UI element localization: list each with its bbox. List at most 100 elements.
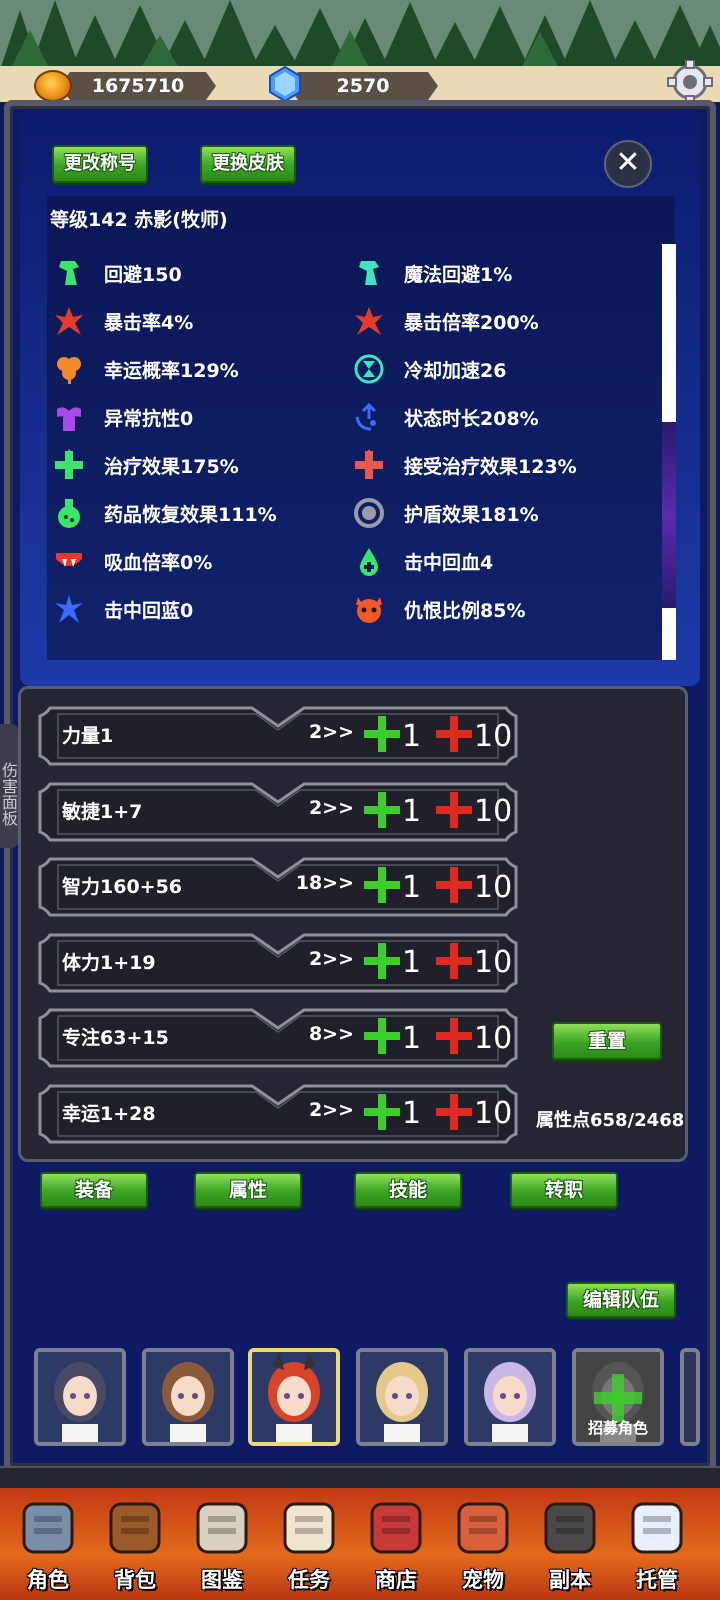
add-10-button[interactable]: 10 bbox=[434, 865, 512, 909]
nav-calendar[interactable]: 托管 bbox=[617, 1496, 697, 1596]
add-10-label: 10 bbox=[474, 945, 513, 980]
nav-scroll[interactable]: 任务 bbox=[269, 1496, 349, 1596]
stat-label: 护盾效果181% bbox=[404, 503, 539, 526]
green-plus-icon bbox=[362, 941, 402, 985]
attribute-cost: 2>> bbox=[308, 1098, 354, 1121]
attribute-name: 专注63+15 bbox=[62, 1027, 169, 1049]
attribute-row: 敏捷1+7 2>> 1 10 bbox=[32, 782, 524, 842]
stat-label: 药品恢复效果111% bbox=[104, 503, 277, 526]
change-skin-button[interactable]: 更换皮肤 bbox=[200, 145, 296, 183]
attribute-cost: 8>> bbox=[308, 1023, 354, 1045]
red-plus-icon bbox=[434, 941, 474, 985]
tab-skills[interactable]: 技能 bbox=[354, 1172, 462, 1208]
right-stat-6: 击中回血4 bbox=[352, 544, 493, 578]
right-stat-0: 魔法回避1% bbox=[352, 256, 512, 290]
attribute-cost: 2>> bbox=[308, 721, 354, 743]
dodge-icon bbox=[52, 256, 86, 290]
hourglass-icon bbox=[352, 352, 386, 386]
nav-backpack[interactable]: 背包 bbox=[95, 1496, 175, 1596]
nav-label: 托管 bbox=[636, 1568, 678, 1592]
nav-helmet[interactable]: 角色 bbox=[8, 1496, 88, 1596]
nav-label: 图鉴 bbox=[201, 1568, 243, 1592]
red-plus-icon bbox=[434, 790, 474, 834]
party-member-portrait[interactable] bbox=[356, 1348, 448, 1446]
green-plus-icon bbox=[362, 1092, 402, 1136]
nav-meat[interactable]: 宠物 bbox=[443, 1496, 523, 1596]
right-stat-2: 冷却加速26 bbox=[352, 352, 506, 386]
stat-label: 击中回血4 bbox=[404, 551, 494, 574]
close-icon: ✕ bbox=[615, 145, 641, 180]
party-member-portrait[interactable] bbox=[142, 1348, 234, 1446]
stat-label: 回避150 bbox=[104, 263, 182, 286]
party-member-portrait[interactable] bbox=[248, 1348, 340, 1446]
left-stat-5: 药品恢复效果111% bbox=[52, 496, 277, 530]
green-plus-icon bbox=[362, 1016, 402, 1060]
add-1-label: 1 bbox=[402, 945, 422, 980]
green-plus-icon bbox=[362, 790, 402, 834]
left-stat-6: 吸血倍率0% bbox=[52, 544, 212, 578]
change-title-button[interactable]: 更改称号 bbox=[52, 145, 148, 183]
reset-button[interactable]: 重置 bbox=[552, 1022, 662, 1060]
attribute-row: 专注63+15 8>> 1 10 bbox=[32, 1008, 524, 1068]
attribute-name: 智力160+56 bbox=[62, 876, 183, 898]
add-1-button[interactable]: 1 bbox=[362, 1016, 421, 1060]
edit-team-button[interactable]: 编辑队伍 bbox=[566, 1282, 676, 1318]
add-10-button[interactable]: 10 bbox=[434, 1092, 512, 1136]
tab-equipment[interactable]: 装备 bbox=[40, 1172, 148, 1208]
right-stat-4: 接受治疗效果123% bbox=[352, 448, 577, 482]
recruit-character-slot[interactable]: 招募角色 bbox=[572, 1348, 664, 1446]
add-10-button[interactable]: 10 bbox=[434, 1016, 512, 1060]
add-10-button[interactable]: 10 bbox=[434, 714, 512, 758]
add-1-button[interactable]: 1 bbox=[362, 790, 421, 834]
forest-background bbox=[0, 0, 720, 70]
party-member-portrait[interactable] bbox=[34, 1348, 126, 1446]
add-1-button[interactable]: 1 bbox=[362, 941, 421, 985]
attribute-cost: 2>> bbox=[308, 796, 354, 819]
receive-heal-icon bbox=[352, 448, 386, 482]
nav-skull-dungeon[interactable]: 副本 bbox=[530, 1496, 610, 1596]
meat-icon bbox=[457, 1502, 509, 1554]
add-1-label: 1 bbox=[402, 1020, 422, 1056]
attribute-row: 体力1+19 2>> 1 10 bbox=[32, 933, 524, 993]
stat-label: 暴击率4% bbox=[104, 311, 194, 334]
red-plus-icon bbox=[434, 1016, 474, 1060]
tab-class-change[interactable]: 转职 bbox=[510, 1172, 618, 1208]
nav-shop[interactable]: 商店 bbox=[356, 1496, 436, 1596]
nav-book[interactable]: 图鉴 bbox=[182, 1496, 262, 1596]
attribute-row: 幸运1+28 2>> 1 10 bbox=[32, 1084, 524, 1144]
nav-label: 副本 bbox=[549, 1568, 591, 1592]
add-10-label: 10 bbox=[474, 1020, 513, 1056]
crit-multiplier-icon bbox=[352, 304, 386, 338]
nav-label: 商店 bbox=[375, 1568, 417, 1592]
add-10-label: 10 bbox=[474, 794, 513, 829]
blood-drop-icon bbox=[352, 544, 386, 578]
add-1-button[interactable]: 1 bbox=[362, 714, 421, 758]
add-1-label: 1 bbox=[402, 1096, 422, 1131]
party-member-portrait-partial[interactable] bbox=[680, 1348, 700, 1446]
left-stat-2: 幸运概率129% bbox=[52, 352, 239, 386]
left-stat-1: 暴击率4% bbox=[52, 304, 193, 338]
stats-scrollbar-thumb[interactable] bbox=[662, 422, 676, 608]
add-10-button[interactable]: 10 bbox=[434, 941, 512, 985]
left-stat-3: 异常抗性0 bbox=[52, 400, 193, 434]
helmet-icon bbox=[22, 1502, 74, 1554]
tab-attributes[interactable]: 属性 bbox=[194, 1172, 302, 1208]
add-1-label: 1 bbox=[402, 869, 422, 905]
add-10-button[interactable]: 10 bbox=[434, 790, 512, 834]
character-avatar-icon bbox=[146, 1352, 230, 1442]
attribute-cost: 18>> bbox=[295, 872, 354, 894]
character-avatar-icon bbox=[252, 1352, 336, 1442]
add-1-button[interactable]: 1 bbox=[362, 1092, 421, 1136]
add-1-button[interactable]: 1 bbox=[362, 865, 421, 909]
settings-gear-icon[interactable] bbox=[666, 60, 714, 104]
magic-dodge-icon bbox=[352, 256, 386, 290]
shield-icon bbox=[352, 496, 386, 530]
close-button[interactable]: ✕ bbox=[604, 140, 652, 188]
party-member-portrait[interactable] bbox=[464, 1348, 556, 1446]
gold-amount: 1675710 bbox=[60, 72, 216, 100]
right-stat-1: 暴击倍率200% bbox=[352, 304, 539, 338]
stat-label: 击中回蓝0 bbox=[104, 599, 194, 622]
damage-panel-tab[interactable]: 伤害面板 bbox=[0, 724, 18, 848]
right-stat-7: 仇恨比例85% bbox=[352, 592, 525, 626]
potion-icon bbox=[52, 496, 86, 530]
